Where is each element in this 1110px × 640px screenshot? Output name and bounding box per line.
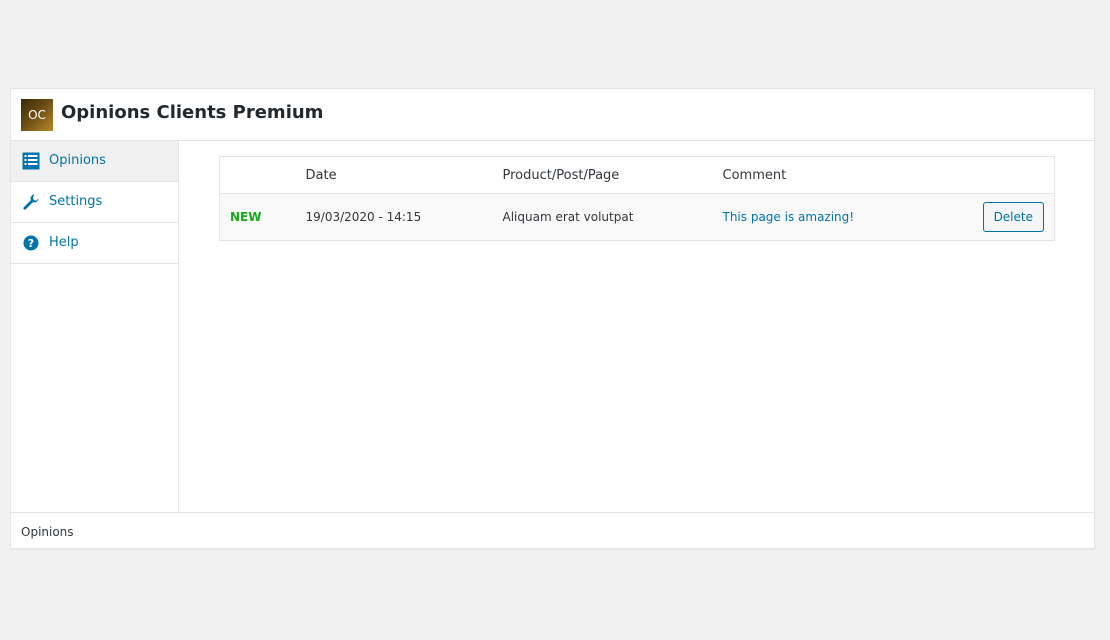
- plugin-footer: Opinions: [11, 512, 1094, 550]
- sidebar-item-help[interactable]: ? Help: [11, 223, 178, 264]
- sidebar-item-label: Help: [49, 235, 79, 250]
- column-header-status: [219, 156, 306, 194]
- status-badge: NEW: [230, 210, 262, 224]
- product-cell: Aliquam erat volutpat: [502, 193, 723, 241]
- plugin-logo: OC: [21, 99, 53, 131]
- sidebar-item-opinions[interactable]: Opinions: [11, 141, 178, 182]
- status-cell: NEW: [219, 193, 306, 241]
- sidebar-item-label: Opinions: [49, 153, 106, 168]
- date-cell: 19/03/2020 - 14:15: [305, 193, 503, 241]
- column-header-action: [972, 156, 1055, 194]
- opinions-content: Date Product/Post/Page Comment NEW 19/03…: [219, 156, 1055, 241]
- table-row: NEW 19/03/2020 - 14:15 Aliquam erat volu…: [219, 193, 1055, 241]
- action-cell: Delete: [972, 193, 1055, 241]
- column-header-comment: Comment: [722, 156, 973, 194]
- wrench-icon: [22, 193, 40, 211]
- help-icon: ?: [22, 234, 40, 252]
- plugin-panel: OC Opinions Clients Premium Opinions Set…: [10, 88, 1095, 549]
- comment-cell: This page is amazing!: [722, 193, 973, 241]
- page-title: Opinions Clients Premium: [61, 102, 324, 123]
- list-icon: [22, 152, 40, 170]
- table-header-row: Date Product/Post/Page Comment: [219, 156, 1055, 194]
- svg-text:?: ?: [28, 237, 34, 250]
- delete-button[interactable]: Delete: [982, 202, 1044, 232]
- sidebar-item-settings[interactable]: Settings: [11, 182, 178, 223]
- sidebar-item-label: Settings: [49, 194, 103, 209]
- footer-label: Opinions: [21, 525, 74, 539]
- comment-link[interactable]: This page is amazing!: [723, 210, 855, 224]
- plugin-header: OC Opinions Clients Premium: [11, 89, 1094, 141]
- opinions-table: Date Product/Post/Page Comment NEW 19/03…: [219, 156, 1055, 241]
- column-header-date: Date: [305, 156, 503, 194]
- sidebar: Opinions Settings ? Help: [11, 141, 179, 512]
- column-header-product: Product/Post/Page: [502, 156, 723, 194]
